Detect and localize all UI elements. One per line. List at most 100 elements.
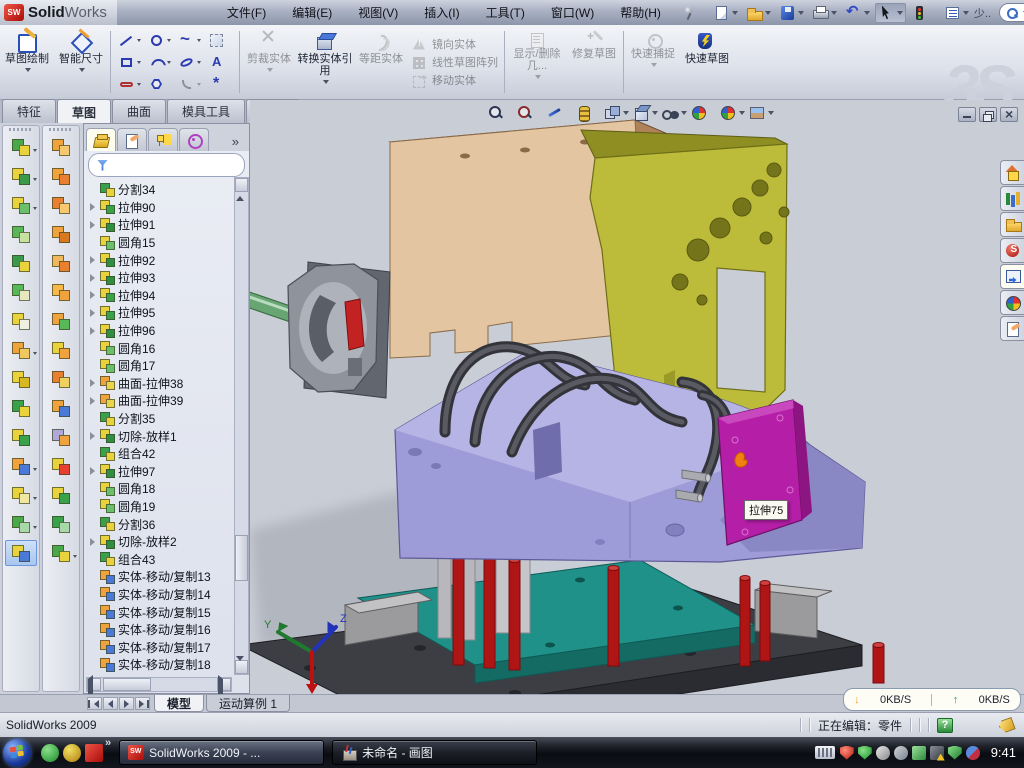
tab-mold-tools[interactable]: 模具工具	[167, 99, 245, 123]
quick-launch-solidworks-icon[interactable]	[85, 744, 103, 762]
tab-features[interactable]: 特征	[2, 99, 56, 123]
next-tab-button[interactable]	[119, 697, 134, 710]
boundary-surface-tool-icon[interactable]	[45, 221, 77, 247]
mirror-entities-button[interactable]: 镜向实体	[412, 36, 498, 52]
expand-arrow-icon[interactable]	[88, 256, 97, 264]
offset-surface-tool-icon[interactable]	[45, 308, 77, 334]
tree-item[interactable]: 拉伸93	[88, 269, 249, 287]
trim-surface-tool-icon[interactable]	[45, 395, 77, 421]
display-style-icon[interactable]	[633, 105, 658, 121]
spline-tool-icon[interactable]	[175, 29, 205, 51]
untrim-surface-tool-icon[interactable]	[45, 424, 77, 450]
reference-geometry-tool-icon[interactable]	[5, 482, 37, 508]
planar-surface-tool-icon[interactable]	[45, 279, 77, 305]
scroll-right-button[interactable]	[217, 678, 231, 691]
tree-item[interactable]: 拉伸90	[88, 199, 249, 217]
tree-item[interactable]: 分割34	[88, 181, 249, 199]
sketch-fillet-tool-icon[interactable]	[175, 73, 205, 95]
print-icon[interactable]	[809, 3, 840, 23]
design-library-tab[interactable]	[1000, 186, 1024, 211]
clamp-insert-part[interactable]	[250, 262, 390, 398]
tree-item[interactable]: 组合43	[88, 550, 249, 568]
search-key-tray-icon[interactable]	[876, 746, 890, 760]
network-warning-tray-icon[interactable]	[930, 746, 944, 760]
expand-arrow-icon[interactable]	[88, 432, 97, 440]
panel-more-tabs-button[interactable]: »	[224, 134, 247, 151]
view-orientation-icon[interactable]	[604, 105, 629, 121]
tree-horizontal-scrollbar[interactable]	[86, 677, 232, 692]
tab-surfaces[interactable]: 曲面	[112, 99, 166, 123]
ellipse-tool-icon[interactable]	[175, 51, 205, 73]
shell-tool-icon[interactable]	[5, 250, 37, 276]
motion-study-tab[interactable]: 运动算例 1	[206, 695, 290, 712]
options-list-icon[interactable]	[941, 3, 972, 23]
linear-sketch-pattern-button[interactable]: 线性草图阵列	[412, 54, 498, 70]
extruded-boss-tool-icon[interactable]	[5, 134, 37, 160]
sketch-button[interactable]: 草图绘制	[1, 27, 53, 97]
expand-arrow-icon[interactable]	[88, 291, 97, 299]
featuremanager-tab[interactable]	[86, 128, 116, 151]
view-palette-tab[interactable]	[1000, 264, 1024, 289]
scroll-up-button[interactable]	[235, 178, 248, 192]
slot-tool-icon[interactable]	[115, 73, 145, 95]
display-delete-relations-button[interactable]: 显示/删除几...	[508, 27, 566, 97]
horizontal-scroll-thumb[interactable]	[103, 678, 151, 691]
polygon-tool-icon[interactable]	[145, 73, 175, 95]
tree-item[interactable]: 组合42	[88, 445, 249, 463]
scroll-down-button[interactable]	[235, 660, 248, 674]
tree-item[interactable]: 实体-移动/复制15	[88, 603, 249, 621]
custom-properties-tab[interactable]	[1000, 316, 1024, 341]
graphics-viewport[interactable]: Y Z X	[250, 100, 1024, 694]
taskbar-paint-window[interactable]: 未命名 - 画图	[332, 740, 537, 765]
expand-arrow-icon[interactable]	[88, 327, 97, 335]
pin-icon[interactable]	[677, 3, 708, 23]
save-icon[interactable]	[776, 3, 807, 23]
chamfer-tool-icon[interactable]	[5, 221, 37, 247]
expand-arrow-icon[interactable]	[88, 467, 97, 475]
text-tool-icon[interactable]	[205, 51, 235, 73]
menu-file[interactable]: 文件(F)	[217, 1, 276, 24]
pattern-tool-icon[interactable]	[5, 337, 37, 363]
messenger-tray-icon[interactable]	[966, 746, 980, 760]
draft-tool-icon[interactable]	[5, 279, 37, 305]
expand-arrow-icon[interactable]	[88, 379, 97, 387]
resources-home-tab[interactable]	[1000, 160, 1024, 185]
point-tool-icon[interactable]	[205, 73, 235, 95]
tree-item[interactable]: 圆角18	[88, 480, 249, 498]
split-tool-icon[interactable]	[5, 395, 37, 421]
last-tab-button[interactable]	[135, 697, 150, 710]
traffic-light-icon[interactable]	[908, 3, 939, 23]
tree-item[interactable]: 切除-放样2	[88, 533, 249, 551]
tree-item[interactable]: 曲面-拉伸39	[88, 392, 249, 410]
expand-arrow-icon[interactable]	[88, 274, 97, 282]
tree-item[interactable]: 拉伸92	[88, 251, 249, 269]
exploded-mold-assembly-model[interactable]: Y Z X	[250, 100, 1024, 694]
tree-item[interactable]: 圆角15	[88, 234, 249, 252]
solidworks-resources-tab[interactable]	[1000, 238, 1024, 263]
expand-arrow-icon[interactable]	[88, 538, 97, 546]
doc-close-button[interactable]	[1000, 107, 1018, 122]
menu-help[interactable]: 帮助(H)	[610, 1, 671, 24]
open-icon[interactable]	[743, 3, 774, 23]
replace-face-tool-icon[interactable]	[45, 482, 77, 508]
select-region-tool-icon[interactable]	[205, 29, 235, 51]
rib-tool-icon[interactable]	[5, 366, 37, 392]
toolbar-overflow-label[interactable]: 少..	[974, 5, 991, 21]
start-button[interactable]	[3, 739, 31, 767]
zoom-to-fit-icon[interactable]	[488, 105, 513, 121]
first-tab-button[interactable]	[87, 697, 102, 710]
tree-item[interactable]: 实体-移动/复制17	[88, 638, 249, 656]
circle-tool-icon[interactable]	[145, 29, 175, 51]
input-language-icon[interactable]	[815, 746, 835, 759]
ruled-surface-tool-icon[interactable]	[45, 511, 77, 537]
smart-dimension-button[interactable]: 智能尺寸	[55, 27, 107, 97]
file-explorer-tab[interactable]	[1000, 212, 1024, 237]
undo-icon[interactable]	[842, 3, 873, 23]
move-entities-button[interactable]: 移动实体	[412, 72, 498, 88]
model-tab[interactable]: 模型	[154, 695, 204, 712]
quick-tips-help-button[interactable]: ?	[937, 718, 953, 733]
previous-view-icon[interactable]	[546, 105, 571, 121]
menu-window[interactable]: 窗口(W)	[541, 1, 604, 24]
tag-icon[interactable]	[997, 716, 1016, 733]
tree-item[interactable]: 切除-放样1	[88, 427, 249, 445]
